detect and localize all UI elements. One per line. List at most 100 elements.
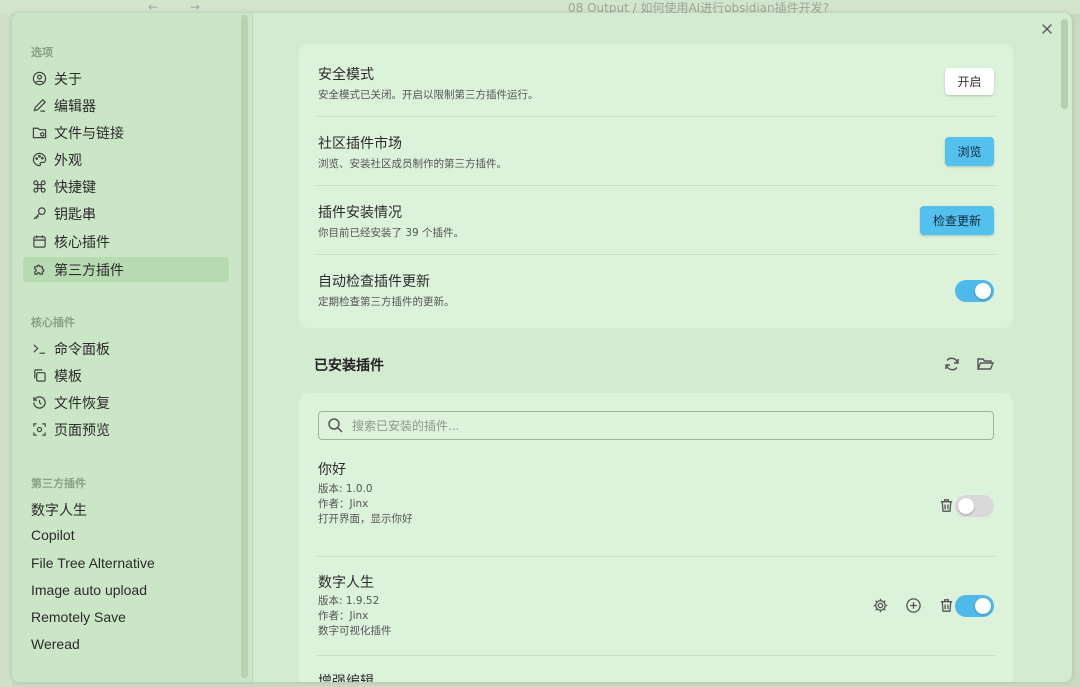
sidebar-item-file-recovery[interactable]: 文件恢复: [23, 390, 229, 415]
plugin-enable-toggle[interactable]: [955, 595, 994, 617]
sidebar-item-appearance[interactable]: 外观: [23, 147, 229, 172]
plugin-version: 版本: 1.0.0: [318, 483, 373, 495]
history-icon: [31, 395, 47, 411]
background-note-title: 08 Output / 如何使用AI进行obsidian插件开发?: [568, 1, 830, 13]
pencil-icon: [31, 98, 47, 114]
plugin-hotkeys-button[interactable]: [905, 597, 923, 615]
setting-name: 社区插件市场: [318, 136, 402, 152]
close-button[interactable]: [1039, 22, 1055, 38]
setting-install-status: 插件安装情况 你目前已经安装了 39 个插件。 检查更新: [299, 185, 1013, 254]
sidebar-item-label: 编辑器: [54, 98, 96, 115]
sidebar-item-label: 第三方插件: [54, 262, 124, 279]
uninstall-plugin-button[interactable]: [938, 497, 956, 515]
plugin-name: 增强编辑: [318, 674, 374, 682]
sidebar-item-plugin-image-upload[interactable]: Image auto upload: [31, 582, 147, 598]
sidebar-item-files-links[interactable]: 文件与链接: [23, 120, 229, 145]
section-title-options: 选项: [31, 46, 53, 59]
sidebar-scrollbar[interactable]: [241, 15, 248, 678]
sidebar-item-hotkeys[interactable]: 快捷键: [23, 174, 229, 199]
plugin-name: 数字人生: [318, 575, 374, 591]
sidebar-item-label: 命令面板: [54, 341, 110, 358]
sidebar-item-label: 关于: [54, 71, 82, 88]
sidebar-item-label: 快捷键: [54, 179, 96, 196]
sidebar-item-templates[interactable]: 模板: [23, 363, 229, 388]
setting-safe-mode: 安全模式 安全模式已关闭。开启以限制第三方插件运行。 开启: [299, 44, 1013, 113]
check-updates-button[interactable]: 检查更新: [920, 206, 994, 235]
toggle-knob: [975, 283, 991, 299]
sidebar-item-label: 文件与链接: [54, 125, 124, 142]
calendar-icon: [31, 234, 47, 250]
preview-icon: [31, 422, 47, 438]
sidebar-item-label: 页面预览: [54, 422, 110, 439]
section-title-core-plugins: 核心插件: [31, 316, 75, 329]
sidebar-item-editor[interactable]: 编辑器: [23, 93, 229, 118]
plugin-author: 作者：Jinx: [318, 498, 369, 510]
setting-description: 你目前已经安装了 39 个插件。: [318, 227, 465, 239]
sidebar-item-plugin-copilot[interactable]: Copilot: [31, 527, 75, 543]
sidebar-item-plugin-remotely-save[interactable]: Remotely Save: [31, 609, 126, 625]
command-icon: [31, 179, 47, 195]
auto-check-toggle[interactable]: [955, 280, 994, 302]
sidebar-item-core-plugins[interactable]: 核心插件: [23, 229, 229, 254]
sidebar-item-plugin-file-tree[interactable]: File Tree Alternative: [31, 555, 155, 571]
setting-description: 定期检查第三方插件的更新。: [318, 296, 455, 308]
sidebar-item-label: 钥匙串: [54, 206, 96, 223]
sidebar-item-label: 文件恢复: [54, 395, 110, 412]
settings-sidebar: 选项 关于 编辑器 文件与链接 外观 快捷键 钥匙串 核心插件 第三方插件 核心…: [12, 13, 252, 682]
row-divider: [317, 556, 995, 557]
setting-name: 自动检查插件更新: [318, 274, 430, 290]
reload-plugins-button[interactable]: [943, 355, 961, 373]
plugin-settings-button[interactable]: [872, 597, 890, 615]
toggle-knob: [975, 598, 991, 614]
setting-description: 安全模式已关闭。开启以限制第三方插件运行。: [318, 89, 539, 101]
plugin-description: 数字可视化插件: [318, 625, 392, 637]
sidebar-item-third-party-plugins[interactable]: 第三方插件: [23, 257, 229, 282]
copy-icon: [31, 368, 47, 384]
puzzle-icon: [31, 262, 47, 278]
installed-plugins-card: 你好 版本: 1.0.0 作者：Jinx 打开界面，显示你好 数字人生 版本: …: [299, 393, 1013, 682]
installed-plugins-title: 已安装插件: [314, 358, 384, 374]
sidebar-item-plugin-digital-life[interactable]: 数字人生: [31, 500, 87, 520]
sidebar-item-keychain[interactable]: 钥匙串: [23, 201, 229, 226]
open-plugins-folder-button[interactable]: [976, 355, 995, 373]
close-icon: [1042, 24, 1052, 34]
plugin-search-input[interactable]: [352, 416, 982, 435]
setting-name: 插件安装情况: [318, 205, 402, 221]
plus-circle-icon: [906, 598, 921, 613]
info-icon: [31, 71, 47, 87]
toggle-knob: [958, 498, 974, 514]
plugin-version: 版本: 1.9.52: [318, 595, 380, 607]
folder-icon: [31, 125, 47, 141]
plugin-enable-toggle[interactable]: [955, 495, 994, 517]
sidebar-item-label: 外观: [54, 152, 82, 169]
sidebar-item-label: 模板: [54, 368, 82, 385]
trash-icon: [940, 599, 953, 612]
sidebar-item-plugin-weread[interactable]: Weread: [31, 636, 80, 652]
row-divider: [317, 655, 995, 656]
safe-mode-enable-button[interactable]: 开启: [945, 68, 994, 95]
setting-description: 浏览、安装社区成员制作的第三方插件。: [318, 158, 507, 170]
setting-community-plugins: 社区插件市场 浏览、安装社区成员制作的第三方插件。 浏览: [299, 116, 1013, 185]
sidebar-item-label: 核心插件: [54, 234, 110, 251]
section-title-third-party: 第三方插件: [31, 477, 86, 490]
terminal-icon: [31, 341, 47, 357]
plugin-author: 作者：Jinx: [318, 610, 369, 622]
uninstall-plugin-button[interactable]: [938, 597, 956, 615]
settings-modal: 选项 关于 编辑器 文件与链接 外观 快捷键 钥匙串 核心插件 第三方插件 核心…: [12, 13, 1072, 682]
refresh-icon: [945, 357, 959, 371]
folder-open-icon: [976, 358, 995, 370]
background-nav-arrows: ← →: [148, 0, 214, 14]
palette-icon: [31, 152, 47, 168]
sidebar-item-page-preview[interactable]: 页面预览: [23, 417, 229, 442]
content-scrollbar[interactable]: [1061, 19, 1068, 109]
sidebar-item-about[interactable]: 关于: [23, 66, 229, 91]
sidebar-divider: [252, 13, 253, 682]
plugin-description: 打开界面，显示你好: [318, 513, 413, 525]
sidebar-item-command-palette[interactable]: 命令面板: [23, 336, 229, 361]
browse-button[interactable]: 浏览: [945, 137, 994, 166]
setting-auto-check: 自动检查插件更新 定期检查第三方插件的更新。: [299, 254, 1013, 323]
setting-name: 安全模式: [318, 67, 374, 83]
background-left-strip: [0, 14, 12, 687]
plugin-search-box: [318, 411, 994, 440]
plugin-name: 你好: [318, 462, 346, 478]
